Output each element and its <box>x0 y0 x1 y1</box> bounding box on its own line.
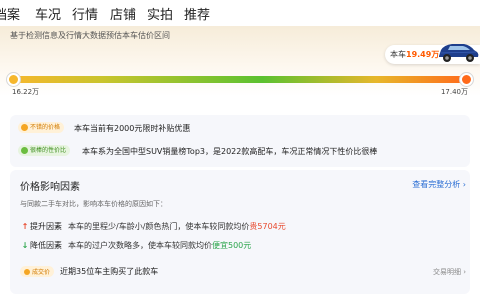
value-badge: 很棒的性价比 <box>18 145 71 156</box>
tab-chekuang[interactable]: 车况 <box>35 4 61 23</box>
price-tag-value: 19.49万 <box>406 50 440 59</box>
range-min-label: 16.22万 <box>12 88 40 96</box>
deal-price-badge: 成交价 <box>20 266 55 277</box>
full-analysis-link[interactable]: 查看完整分析 › <box>412 179 466 190</box>
price-tag-label: 本车 <box>390 50 406 59</box>
factor-down-amount: 便宜500元 <box>212 241 252 250</box>
value-reason: 本车系为全国中型SUV销量榜Top3，是2022款高配车，车况正常情况下性价比很… <box>82 147 378 156</box>
factor-up-amount: 贵5704元 <box>249 222 286 231</box>
thumb-icon <box>21 146 28 154</box>
coin-icon <box>24 269 30 275</box>
tab-hangqing[interactable]: 行情 <box>72 4 98 28</box>
tab-dangan[interactable]: 档案 <box>0 4 20 23</box>
tab-shipai[interactable]: 实拍 <box>147 4 173 23</box>
factor-up-row: ↑ 提升因素 本车的里程少/车龄小/颜色热门，使本车较同款均价贵5704元 <box>21 222 286 231</box>
factor-down-row: ↓ 降低因素 本车的过户次数略多，使本车较同款均价便宜500元 <box>21 241 252 250</box>
good-price-badge: 不错的价格 <box>18 122 65 133</box>
coin-icon <box>21 123 28 131</box>
good-price-reason: 本车当前有2000元限时补贴优惠 <box>74 124 191 133</box>
tab-tuijian[interactable]: 推荐 <box>184 4 210 23</box>
deal-details-link[interactable]: 交易明细 › <box>433 267 466 277</box>
suv-car-icon <box>439 44 479 62</box>
estimate-intro: 基于检测信息及行情大数据预估本车估价区间 <box>10 31 170 40</box>
deals-row: 成交价 近期35位车主购买了此款车 <box>20 266 158 277</box>
deals-text: 近期35位车主购买了此款车 <box>60 267 159 276</box>
factors-subtitle: 与同款二手车对比，影响本车价格的原因如下： <box>20 200 167 208</box>
range-max-label: 17.40万 <box>440 88 468 96</box>
range-min-marker <box>7 73 20 86</box>
arrow-down-icon: ↓ <box>21 241 29 250</box>
range-max-marker <box>460 73 473 86</box>
factors-title: 价格影响因素 <box>20 182 80 193</box>
price-range-bar <box>12 76 467 83</box>
tab-dianpu[interactable]: 店铺 <box>110 4 136 23</box>
arrow-up-icon: ↑ <box>21 222 29 231</box>
